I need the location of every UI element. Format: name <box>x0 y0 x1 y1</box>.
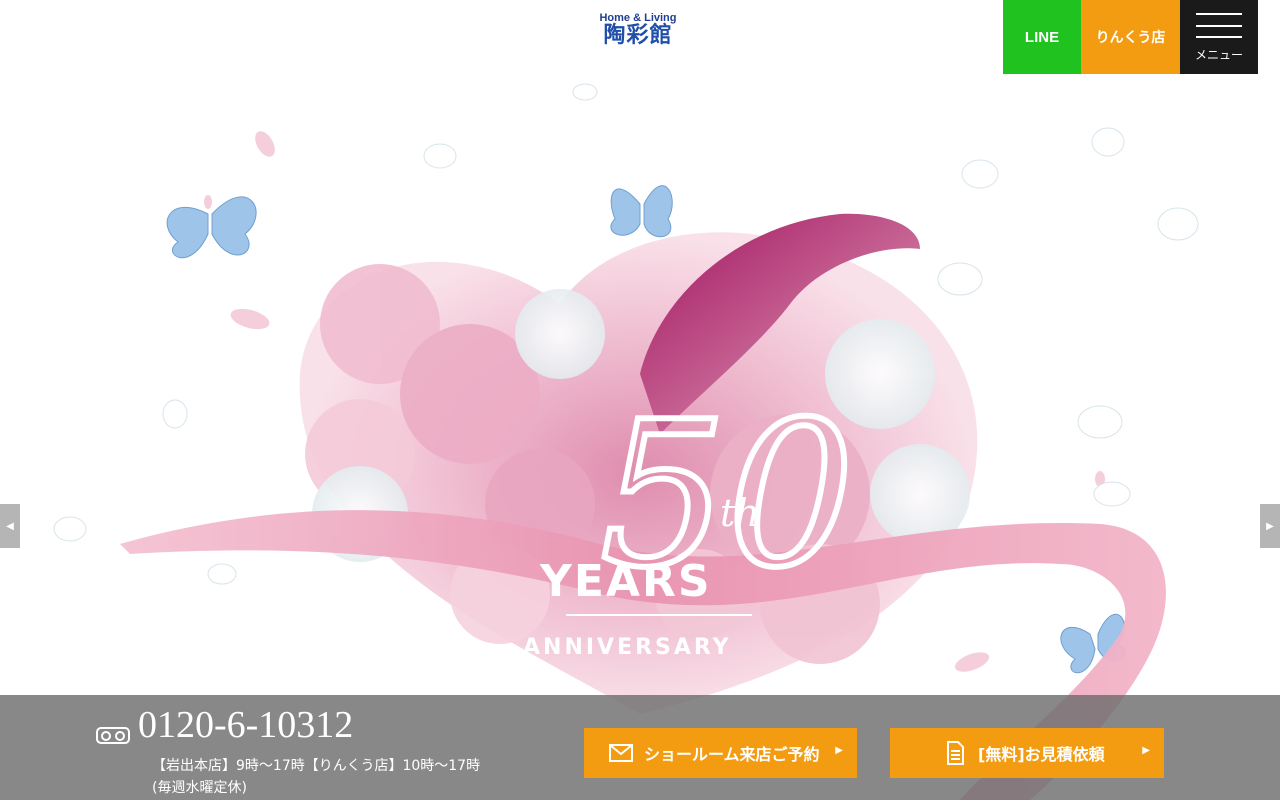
slider-prev-button[interactable]: ◀ <box>0 504 20 548</box>
business-hours: 【岩出本店】9時～17時【りんくう店】10時～17時 (毎週水曜定休) <box>152 755 532 799</box>
logo-title: 陶彩館 <box>603 23 673 48</box>
chevron-left-icon: ◀ <box>6 520 14 532</box>
showroom-reservation-button[interactable]: ショールーム来店ご予約 ▶ <box>584 728 857 778</box>
hero-slider: 50 th YEARS ANNIVERSARY ◀ ▶ <box>0 74 1280 800</box>
menu-label: メニュー <box>1194 48 1243 62</box>
chevron-right-icon: ▶ <box>1142 745 1150 756</box>
anniversary-artwork: 50 th YEARS ANNIVERSARY <box>53 83 1199 800</box>
line-button[interactable]: LINE <box>1003 0 1081 74</box>
svg-text:th: th <box>720 491 760 535</box>
menu-button[interactable]: メニュー <box>1180 0 1258 74</box>
chevron-right-icon: ▶ <box>835 745 843 756</box>
contact-bar: 0120-6-10312 【岩出本店】9時～17時【りんくう店】10時～17時 … <box>0 695 1280 800</box>
hours-line-2: (毎週水曜定休) <box>152 780 247 796</box>
chevron-right-icon: ▶ <box>1266 520 1274 532</box>
freedial-icon <box>96 727 130 744</box>
document-icon <box>942 741 968 765</box>
mail-icon <box>608 742 634 764</box>
site-header: Home & Living 陶彩館 LINE りんくう店 メニュー <box>0 0 1280 74</box>
svg-text:ANNIVERSARY: ANNIVERSARY <box>523 635 732 660</box>
hours-line-1: 【岩出本店】9時～17時【りんくう店】10時～17時 <box>152 758 481 774</box>
free-estimate-label: [無料]お見積依頼 <box>978 745 1105 764</box>
phone-number[interactable]: 0120-6-10312 <box>138 703 353 747</box>
free-estimate-button[interactable]: [無料]お見積依頼 ▶ <box>890 728 1164 778</box>
site-logo[interactable]: Home & Living 陶彩館 <box>592 12 684 48</box>
svg-text:YEARS: YEARS <box>539 556 712 607</box>
hamburger-icon <box>1196 13 1242 38</box>
slider-next-button[interactable]: ▶ <box>1260 504 1280 548</box>
showroom-reservation-label: ショールーム来店ご予約 <box>644 745 820 764</box>
rinku-store-button[interactable]: りんくう店 <box>1081 0 1180 74</box>
